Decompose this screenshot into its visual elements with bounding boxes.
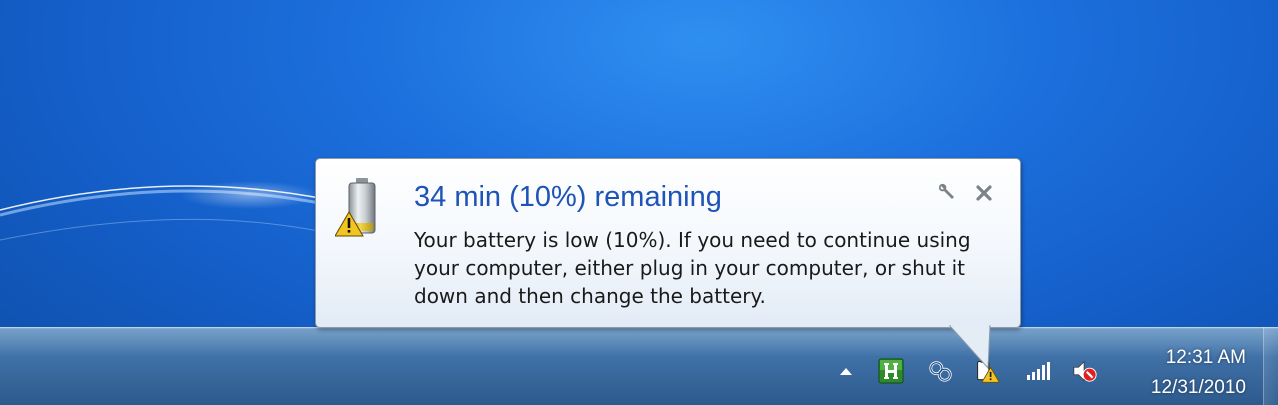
notification-body-line: down and then change the battery. [414, 284, 766, 308]
notification-body-line: Your battery is low (10%). If you need t… [414, 228, 971, 252]
close-icon [976, 185, 992, 201]
network-connection-icon [929, 361, 952, 382]
clock-time: 12:31 AM [1165, 347, 1246, 368]
notification-title: 34 min (10%) remaining [414, 181, 722, 213]
taskbar-clock[interactable]: 12:31 AM 12/31/2010 [1116, 343, 1246, 403]
volume-muted-icon [1073, 360, 1097, 382]
show-hidden-icons-button[interactable] [833, 358, 859, 384]
network-tray-button[interactable] [928, 358, 954, 384]
wrench-icon [938, 183, 954, 199]
notification-options-button[interactable] [935, 181, 959, 205]
h-app-tray-button[interactable] [878, 358, 904, 384]
show-desktop-button[interactable] [1263, 327, 1278, 405]
notification-close-button[interactable] [972, 181, 996, 205]
signal-bars-icon [1027, 362, 1050, 380]
signal-tray-button[interactable] [1025, 358, 1051, 384]
notification-body-line: your computer, either plug in your compu… [414, 256, 966, 280]
battery-warning-icon [977, 359, 1001, 383]
notification-body: Your battery is low (10%). If you need t… [414, 226, 1014, 310]
h-app-icon [878, 358, 904, 384]
clock-date: 12/31/2010 [1150, 377, 1246, 398]
battery-low-warning-icon [334, 176, 389, 240]
volume-tray-button[interactable] [1072, 358, 1098, 384]
show-hidden-icons-arrow-icon [840, 368, 852, 375]
battery-tray-button[interactable] [975, 358, 1001, 384]
